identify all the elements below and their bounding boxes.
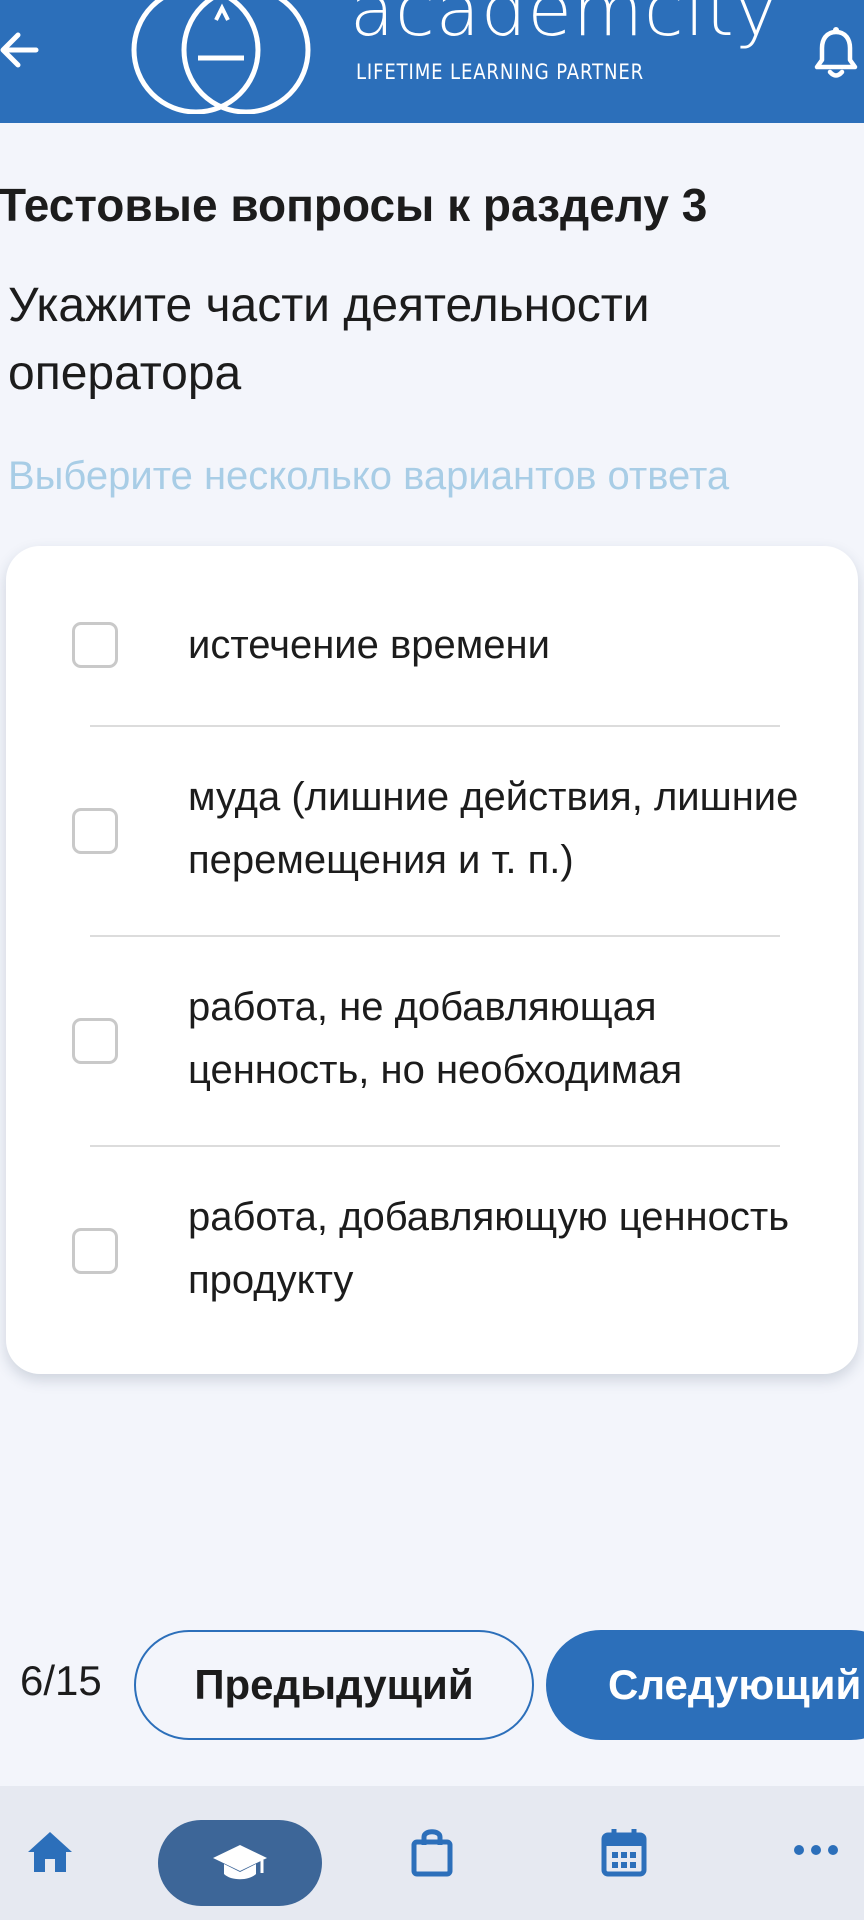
- nav-courses[interactable]: [158, 1820, 322, 1906]
- previous-button[interactable]: Предыдущий: [134, 1630, 534, 1740]
- answer-option[interactable]: работа, не добавляющая ценность, но необ…: [6, 938, 858, 1146]
- question-counter: 6/15: [20, 1657, 102, 1704]
- option-checkbox[interactable]: [72, 1228, 118, 1274]
- brand-tagline: LIFETIME LEARNING PARTNER: [356, 60, 645, 84]
- option-label: работа, не добавляющая ценность, но необ…: [188, 985, 683, 1092]
- option-checkbox[interactable]: [72, 808, 118, 854]
- back-button[interactable]: [0, 22, 42, 78]
- option-checkbox[interactable]: [72, 1018, 118, 1064]
- shopping-bag-icon: [411, 1829, 453, 1877]
- option-label: истечение времени: [188, 623, 550, 667]
- option-divider: [90, 935, 780, 937]
- nav-home[interactable]: [20, 1822, 80, 1882]
- option-checkbox[interactable]: [72, 622, 118, 668]
- nav-shop[interactable]: [402, 1820, 462, 1884]
- answer-option[interactable]: истечение времени: [6, 546, 858, 726]
- next-button[interactable]: Следующий: [546, 1630, 864, 1740]
- brand-name: academcity: [350, 0, 779, 52]
- calendar-icon: [601, 1829, 647, 1877]
- option-divider: [90, 1145, 780, 1147]
- more-dots-icon: [794, 1845, 838, 1855]
- answer-option[interactable]: муда (лишние действия, лишние перемещени…: [6, 728, 858, 936]
- graduation-cap-icon: [213, 1845, 267, 1880]
- options-card: истечение времени муда (лишние действия,…: [6, 546, 858, 1374]
- arrow-left-icon: [0, 32, 39, 68]
- option-label: работа, добавляющую ценность продукту: [188, 1195, 790, 1302]
- option-divider: [90, 725, 780, 727]
- app-header: academcity LIFETIME LEARNING PARTNER: [0, 0, 864, 123]
- answer-option[interactable]: работа, добавляющую ценность продукту: [6, 1148, 858, 1368]
- option-label: муда (лишние действия, лишние перемещени…: [188, 775, 799, 882]
- home-icon: [28, 1832, 72, 1872]
- nav-calendar[interactable]: [594, 1820, 654, 1884]
- notifications-button[interactable]: [812, 26, 860, 80]
- question-text: Укажите части деятельности оператора: [8, 279, 650, 400]
- answer-hint: Выберите несколько вариантов ответа: [8, 454, 730, 498]
- bottom-nav: [0, 1786, 864, 1920]
- academcity-logo-icon: [131, 0, 311, 114]
- nav-more[interactable]: [786, 1830, 846, 1870]
- section-title: Тестовые вопросы к разделу 3: [0, 179, 708, 231]
- bell-icon: [814, 27, 858, 78]
